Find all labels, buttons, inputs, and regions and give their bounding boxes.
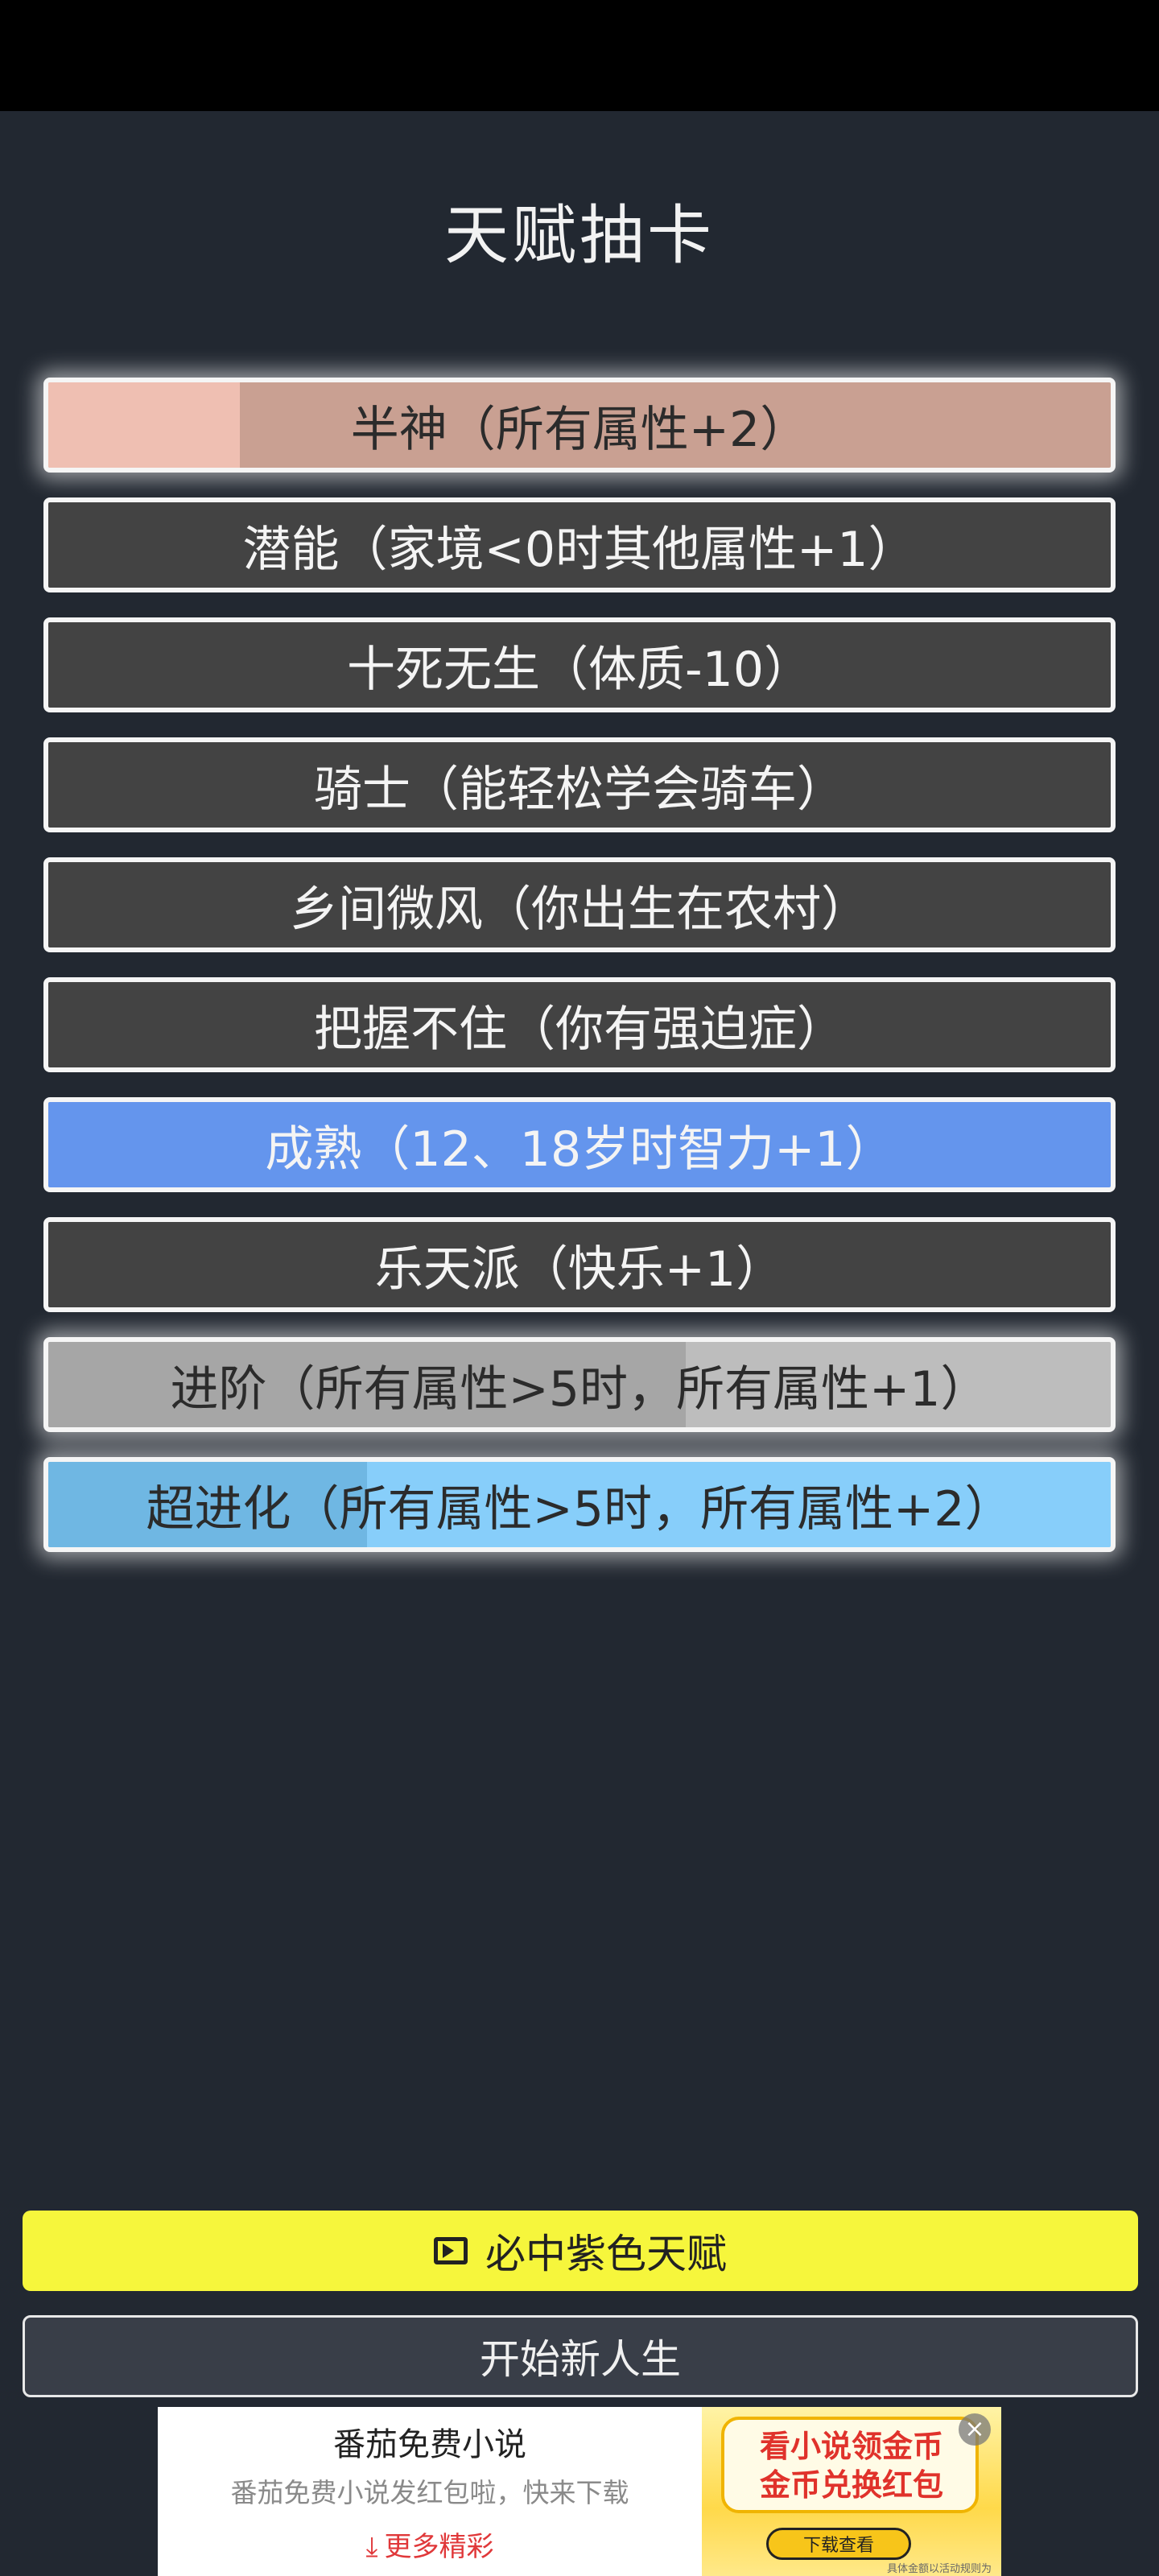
ad-description: 番茄免费小说发红包啦，快来下载 <box>230 2477 629 2508</box>
talent-card[interactable]: 成熟（12、18岁时智力+1） <box>43 1097 1116 1192</box>
video-ad-icon <box>434 2237 468 2264</box>
talent-card[interactable]: 潜能（家境<0时其他属性+1） <box>43 497 1116 592</box>
talent-card[interactable]: 把握不住（你有强迫症） <box>43 977 1116 1072</box>
talent-card[interactable]: 乡间微风（你出生在农村） <box>43 857 1116 952</box>
ad-more-label: 更多精彩 <box>384 2531 494 2563</box>
talent-list: 半神（所有属性+2） 潜能（家境<0时其他属性+1） 十死无生（体质-10） 骑士（能… <box>43 378 1116 1577</box>
status-bar <box>0 0 1159 111</box>
guaranteed-purple-talent-button[interactable]: 必中紫色天赋 <box>23 2211 1138 2291</box>
talent-card[interactable]: 半神（所有属性+2） <box>43 378 1116 473</box>
page-title: 天赋抽卡 <box>444 198 715 273</box>
ad-more-link[interactable]: ⤓ 更多精彩 <box>158 2524 702 2564</box>
talent-card[interactable]: 超进化（所有属性>5时，所有属性+2） <box>43 1457 1116 1552</box>
talent-card-label: 把握不住（你有强迫症） <box>314 1001 845 1058</box>
guaranteed-purple-talent-label: 必中紫色天赋 <box>485 2231 727 2277</box>
talent-card-label: 潜能（家境<0时其他属性+1） <box>242 521 917 578</box>
ad-promo-line1: 看小说领金币 <box>759 2429 943 2464</box>
ad-promo-line2: 金币兑换红包 <box>759 2467 943 2503</box>
talent-card-label: 骑士（能轻松学会骑车） <box>314 761 845 818</box>
ad-fine-print: 具体金额以活动规则为准 <box>887 2563 992 2575</box>
talent-card[interactable]: 骑士（能轻松学会骑车） <box>43 737 1116 832</box>
talent-card-label: 乐天派（快乐+1） <box>374 1241 785 1298</box>
talent-card[interactable]: 十死无生（体质-10） <box>43 617 1116 712</box>
ad-banner[interactable]: 番茄免费小说 番茄免费小说发红包啦，快来下载 ⤓ 更多精彩 看小说领金币 金币兑换… <box>158 2407 1001 2576</box>
talent-card-label: 成熟（12、18岁时智力+1） <box>265 1121 894 1178</box>
ad-promo-image[interactable]: 看小说领金币 金币兑换红包 下载查看 具体金额以活动规则为准 <box>702 2407 1001 2576</box>
talent-card-label: 半神（所有属性+2） <box>350 401 809 458</box>
talent-card-label: 乡间微风（你出生在农村） <box>290 881 869 938</box>
talent-card[interactable]: 乐天派（快乐+1） <box>43 1217 1116 1312</box>
talent-card-label: 进阶（所有属性>5时，所有属性+1） <box>170 1360 989 1418</box>
ad-close-icon[interactable]: × <box>959 2413 991 2446</box>
talent-card-label: 十死无生（体质-10） <box>347 641 812 698</box>
talent-card[interactable]: 进阶（所有属性>5时，所有属性+1） <box>43 1337 1116 1432</box>
ad-title: 番茄免费小说 <box>333 2426 526 2463</box>
start-new-life-button[interactable]: 开始新人生 <box>23 2315 1138 2397</box>
download-arrow-icon: ⤓ <box>365 2531 378 2563</box>
ad-download-button[interactable]: 下载查看 <box>766 2528 911 2560</box>
talent-card-label: 超进化（所有属性>5时，所有属性+2） <box>146 1480 1013 1538</box>
